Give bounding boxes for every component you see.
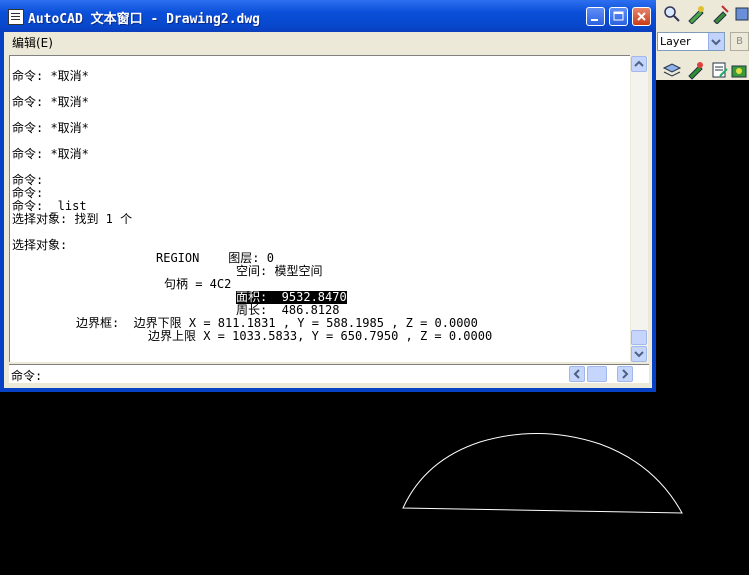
horizontal-scrollbar[interactable] [565,366,633,382]
scroll-down-icon[interactable] [631,346,647,362]
properties-icon[interactable] [686,4,706,25]
scroll-up-icon[interactable] [631,56,647,72]
layer-dropdown[interactable]: Layer [657,32,725,51]
command-history[interactable]: 命令: *取消* 命令: *取消* 命令: *取消* 命令: *取消* 命令: … [9,55,630,362]
history-line: 边界上限 X = 1033.5833, Y = 650.7950 , Z = 0… [148,329,493,343]
tool-palette-icon[interactable] [734,4,749,24]
history-line: 选择对象: [12,238,68,252]
history-line: 选择对象: 找到 1 个 [12,212,133,226]
minimize-button[interactable] [586,7,605,26]
menu-bar: 编辑(E) [4,32,652,52]
text-window-icon [8,9,24,25]
history-line: 句柄 = 4C2 [164,277,232,291]
zoom-icon[interactable] [662,4,682,24]
menu-item-edit[interactable]: 编辑(E) [12,34,53,51]
layer-dropdown-value: Layer [660,35,691,48]
scroll-thumb[interactable] [587,366,607,382]
window-title: AutoCAD 文本窗口 - Drawing2.dwg [28,12,261,27]
layer-properties-icon[interactable] [662,60,682,80]
scroll-thumb[interactable] [631,330,647,345]
region-arc-shape[interactable] [402,433,683,514]
autocad-text-window: AutoCAD 文本窗口 - Drawing2.dwg 编辑(E) 命令: *取… [0,0,656,392]
layer-state-icon[interactable] [686,60,706,80]
command-prompt: 命令: [11,369,43,383]
history-line: 命令: *取消* [12,121,89,135]
maximize-button[interactable] [609,7,628,26]
scroll-left-icon[interactable] [569,366,585,382]
sheet-set-icon[interactable] [730,60,749,80]
text-window-client: 命令: *取消* 命令: *取消* 命令: *取消* 命令: *取消* 命令: … [4,52,652,388]
history-line: 命令: *取消* [12,69,89,83]
close-button[interactable] [632,7,651,26]
history-line: 空间: 模型空间 [236,264,323,278]
match-properties-icon[interactable] [710,4,730,25]
scroll-right-icon[interactable] [617,366,633,382]
vertical-scrollbar[interactable] [631,56,648,362]
title-bar[interactable]: AutoCAD 文本窗口 - Drawing2.dwg [0,0,656,32]
drawing-canvas[interactable] [0,392,749,575]
history-line: 命令: *取消* [12,95,89,109]
command-line[interactable]: 命令: [9,364,649,383]
design-center-icon[interactable] [710,60,730,80]
history-line: 命令: *取消* [12,147,89,161]
toolbar-button-partial[interactable]: B [730,32,749,51]
chevron-down-icon[interactable] [708,33,724,50]
